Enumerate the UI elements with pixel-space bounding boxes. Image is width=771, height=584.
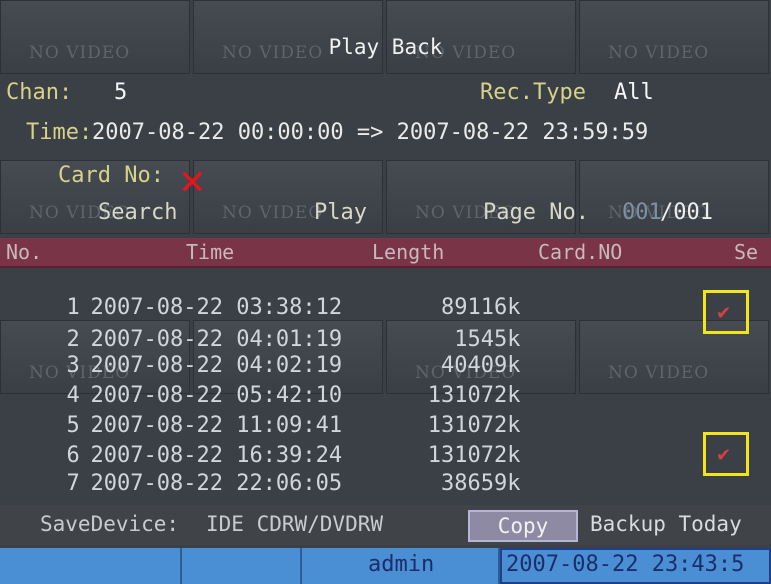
check-icon: ✔: [716, 445, 732, 466]
row-length: 38659k: [441, 471, 521, 496]
backup-today-button[interactable]: Backup Today: [590, 512, 742, 536]
page-title: Play Back: [328, 35, 443, 59]
chan-label: Chan:: [6, 80, 73, 105]
save-device-label: SaveDevice:: [40, 512, 180, 536]
no-video-label: NO VIDEO: [608, 363, 710, 383]
time-range-field[interactable]: 2007-08-22 00:00:00 => 2007-08-22 23:59:…: [92, 120, 648, 145]
check-icon: ✔: [716, 303, 732, 324]
play-button[interactable]: Play: [314, 200, 367, 225]
table-header: No. Time Length Card.NO Se: [0, 238, 771, 268]
no-video-label: NO VIDEO: [222, 203, 324, 223]
red-x-icon: ✕: [178, 163, 207, 203]
card-no-label: Card No:: [58, 163, 164, 188]
header-no: No.: [6, 240, 43, 264]
page-total: /001: [660, 200, 713, 225]
rec-type-label: Rec.Type: [480, 80, 586, 105]
status-user: admin: [368, 552, 435, 577]
row-time: 2007-08-22 22:06:05: [90, 471, 343, 496]
header-select: Se: [734, 240, 759, 264]
chan-value[interactable]: 5: [114, 80, 127, 105]
copy-button[interactable]: Copy: [468, 510, 578, 542]
status-segment: [0, 548, 182, 584]
status-segment: [180, 548, 302, 584]
select-checkbox-row-2[interactable]: ✔: [703, 290, 749, 334]
rec-type-value[interactable]: All: [614, 80, 654, 105]
page-current[interactable]: 001: [622, 200, 662, 225]
status-datetime: 2007-08-22 23:43:5: [506, 552, 745, 577]
search-button[interactable]: Search: [98, 200, 177, 225]
row-no: 7: [66, 471, 80, 496]
status-clock: 2007-08-22 23:43:5: [500, 548, 771, 584]
save-device-value[interactable]: IDE CDRW/DVDRW: [206, 512, 383, 536]
time-label: Time:: [26, 120, 93, 145]
header-length: Length: [372, 240, 445, 264]
header-time: Time: [186, 240, 235, 264]
header-card-no: Card.NO: [538, 240, 623, 264]
table-row[interactable]: 7 2007-08-22 22:06:05 38659k: [40, 446, 521, 496]
page-no-label: Page No.: [483, 200, 589, 225]
select-checkbox-row-7[interactable]: ✔: [703, 432, 749, 476]
